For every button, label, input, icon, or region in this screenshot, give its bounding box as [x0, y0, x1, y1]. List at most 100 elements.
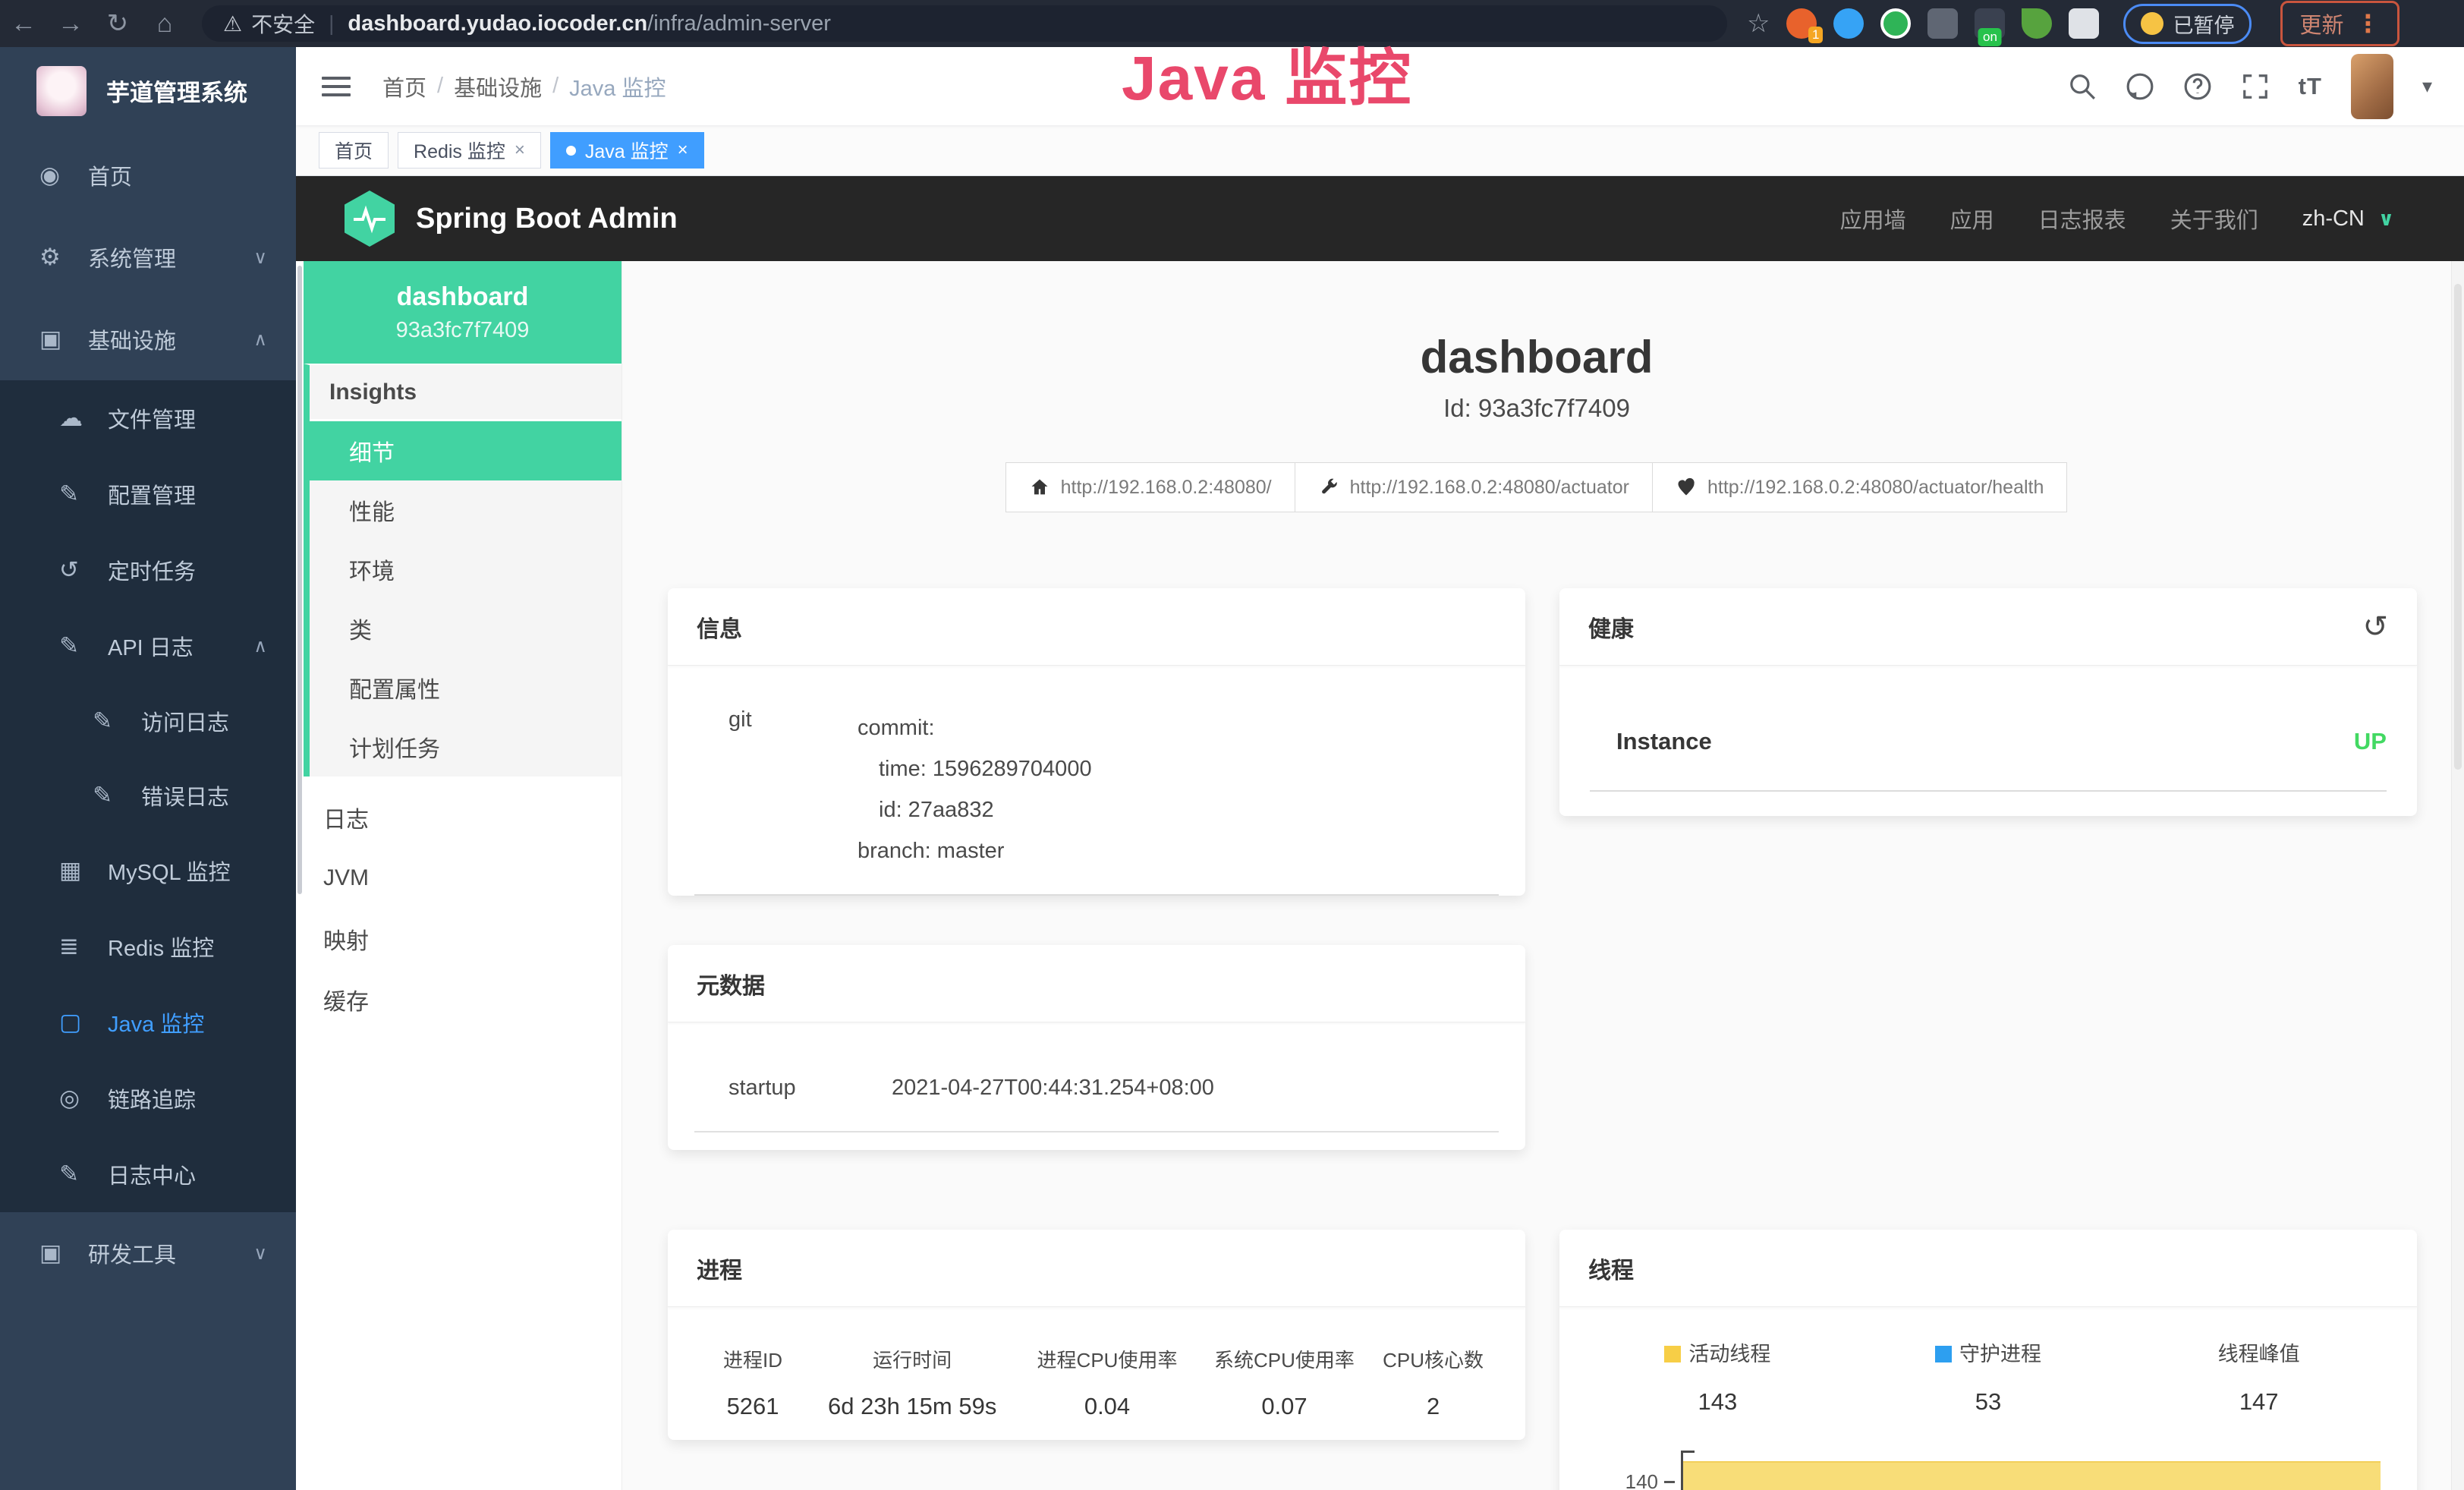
health-url-button[interactable]: http://192.168.0.2:48080/actuator/health	[1652, 462, 2067, 512]
fullscreen-icon[interactable]	[2241, 72, 2270, 101]
puzzle-extensions-icon[interactable]	[2069, 8, 2099, 39]
sba-nav-about[interactable]: 关于我们	[2170, 203, 2258, 235]
breadcrumb-section[interactable]: 基础设施	[454, 71, 542, 102]
service-url-button[interactable]: http://192.168.0.2:48080/	[1005, 462, 1295, 512]
sba-content: dashboard Id: 93a3fc7f7409 http://192.16…	[622, 261, 2451, 1490]
sba-item-logs[interactable]: 日志	[304, 787, 622, 848]
tags-view: 首页 Redis 监控 × Java 监控 ×	[296, 125, 2464, 176]
scrollbar-thumb[interactable]	[2454, 284, 2462, 770]
content-scrollbar[interactable]	[296, 261, 304, 1490]
sba-brand[interactable]: Spring Boot Admin	[345, 191, 678, 247]
sba-nav: 应用墙 应用 日志报表 关于我们 zh-CN ∨	[1840, 203, 2464, 235]
sidebar-item-infra[interactable]: ▣ 基础设施 ∧	[0, 298, 296, 380]
url-path[interactable]: /infra/admin-server	[647, 11, 831, 36]
git-info-row: git commit: time: 1596289704000 id: 27aa…	[694, 707, 1499, 896]
sidebar-item-job[interactable]: ↺ 定时任务	[0, 532, 296, 608]
sba-item-details[interactable]: 细节	[304, 421, 622, 480]
sba-item-config-props[interactable]: 配置属性	[310, 658, 622, 717]
info-card-title: 信息	[668, 588, 1525, 666]
browser-update-button[interactable]: 更新 ⋮	[2280, 1, 2399, 46]
pid-value: 5261	[700, 1393, 806, 1420]
insights-label: Insights	[310, 365, 622, 421]
browser-menu-icon[interactable]: ⋮	[2356, 9, 2381, 38]
sidebar-item-config[interactable]: ✎ 配置管理	[0, 456, 296, 532]
sba-nav-wallboard[interactable]: 应用墙	[1840, 203, 1906, 235]
security-label[interactable]: 不安全	[251, 8, 315, 39]
sidebar-item-java-monitor[interactable]: ▢ Java 监控	[0, 984, 296, 1060]
extension-icon[interactable]: 1	[1786, 8, 1817, 39]
sidebar-item-dev-tools[interactable]: ▣ 研发工具 ∨	[0, 1212, 296, 1294]
address-bar[interactable]: ⚠ 不安全 | dashboard.yudao.iocoder.cn /infr…	[202, 5, 1727, 42]
sba-instance-header[interactable]: dashboard 93a3fc7f7409	[304, 261, 622, 364]
search-icon[interactable]	[2068, 72, 2097, 101]
metadata-card-title: 元数据	[668, 945, 1525, 1022]
eye-icon: ◎	[59, 1085, 108, 1112]
sidebar-item-home[interactable]: ◉ 首页	[0, 134, 296, 216]
iframe-scrollbar[interactable]	[2451, 261, 2464, 1490]
back-icon[interactable]: ←	[0, 9, 47, 39]
close-icon[interactable]: ×	[678, 140, 688, 161]
wrench-icon	[1318, 477, 1339, 498]
infra-submenu: ☁ 文件管理 ✎ 配置管理 ↺ 定时任务 ✎ API 日志 ∧ ✎ 访问日志 ✎…	[0, 380, 296, 1212]
caret-down-icon[interactable]: ▾	[2422, 74, 2432, 98]
sidebar-item-redis[interactable]: ≣ Redis 监控	[0, 909, 296, 984]
breadcrumb-home[interactable]: 首页	[382, 71, 426, 102]
sba-item-classes[interactable]: 类	[310, 599, 622, 658]
sidebar-item-trace[interactable]: ◎ 链路追踪	[0, 1060, 296, 1136]
bookmark-star-icon[interactable]: ☆	[1747, 8, 1770, 39]
sba-item-metrics[interactable]: 性能	[310, 480, 622, 540]
grid-extension-icon[interactable]	[1927, 8, 1958, 39]
forward-icon[interactable]: →	[47, 9, 94, 39]
pin-extension-icon[interactable]	[1833, 8, 1864, 39]
chevron-up-icon: ∧	[253, 635, 267, 657]
tab-redis-monitor[interactable]: Redis 监控 ×	[398, 132, 541, 169]
sidebar-item-log-center[interactable]: ✎ 日志中心	[0, 1136, 296, 1212]
leaf-extension-icon[interactable]	[2022, 8, 2052, 39]
sba-item-environment[interactable]: 环境	[310, 540, 622, 599]
actuator-url-button[interactable]: http://192.168.0.2:48080/actuator	[1295, 462, 1653, 512]
sidebar-item-error-log[interactable]: ✎ 错误日志	[0, 758, 296, 833]
history-icon[interactable]: ↺	[2362, 610, 2388, 644]
reload-icon[interactable]: ↻	[94, 8, 141, 39]
extensions-area: ☆ 1 on 已暂停 更新 ⋮	[1747, 1, 2399, 46]
github-icon[interactable]	[2126, 72, 2154, 101]
help-icon[interactable]	[2183, 72, 2212, 101]
on-extension-icon[interactable]: on	[1975, 8, 2005, 39]
sidebar-item-file[interactable]: ☁ 文件管理	[0, 380, 296, 456]
upload-cloud-icon: ☁	[59, 405, 108, 432]
sba-item-jvm[interactable]: JVM	[304, 848, 622, 909]
sidebar-item-access-log[interactable]: ✎ 访问日志	[0, 684, 296, 758]
url-host[interactable]: dashboard.yudao.iocoder.cn	[348, 11, 647, 36]
sidebar-item-system[interactable]: ⚙ 系统管理 ∨	[0, 216, 296, 298]
sidebar-item-mysql[interactable]: ▦ MySQL 监控	[0, 833, 296, 909]
sba-locale-select[interactable]: zh-CN	[2302, 206, 2365, 232]
update-label: 更新	[2299, 8, 2343, 39]
scrollbar-thumb[interactable]	[297, 266, 302, 894]
close-icon[interactable]: ×	[515, 140, 525, 161]
user-avatar[interactable]	[2351, 54, 2393, 119]
sba-nav-journal[interactable]: 日志报表	[2038, 203, 2126, 235]
gauge-icon: ◉	[39, 162, 88, 189]
health-card-header: 健康 ↺	[1559, 588, 2417, 666]
system-cpu-value: 0.07	[1196, 1393, 1373, 1420]
hamburger-icon[interactable]	[322, 71, 351, 102]
mysql-icon: ▦	[59, 857, 108, 884]
paused-extension-pill[interactable]: 已暂停	[2123, 4, 2252, 44]
green-extension-icon[interactable]	[1880, 8, 1911, 39]
sidebar-item-api-log[interactable]: ✎ API 日志 ∧	[0, 608, 296, 684]
tab-java-monitor[interactable]: Java 监控 ×	[550, 132, 704, 169]
sba-nav-applications[interactable]: 应用	[1950, 203, 1994, 235]
redis-icon: ≣	[59, 933, 108, 960]
chevron-down-icon: ∨	[253, 1243, 267, 1265]
insights-section: Insights 细节 性能 环境 类 配置属性 计划任务	[304, 364, 622, 777]
sba-item-caches[interactable]: 缓存	[304, 969, 622, 1030]
sba-item-scheduled-tasks[interactable]: 计划任务	[310, 717, 622, 777]
metadata-card: 元数据 startup 2021-04-27T00:44:31.254+08:0…	[668, 945, 1525, 1150]
live-threads-swatch	[1664, 1346, 1681, 1362]
font-size-icon[interactable]: tT	[2299, 73, 2322, 100]
daemon-threads-value: 53	[1853, 1388, 2124, 1416]
home-icon[interactable]: ⌂	[141, 9, 188, 39]
sba-item-mappings[interactable]: 映射	[304, 909, 622, 969]
tab-home[interactable]: 首页	[319, 132, 389, 169]
plot-area	[1681, 1451, 2381, 1490]
